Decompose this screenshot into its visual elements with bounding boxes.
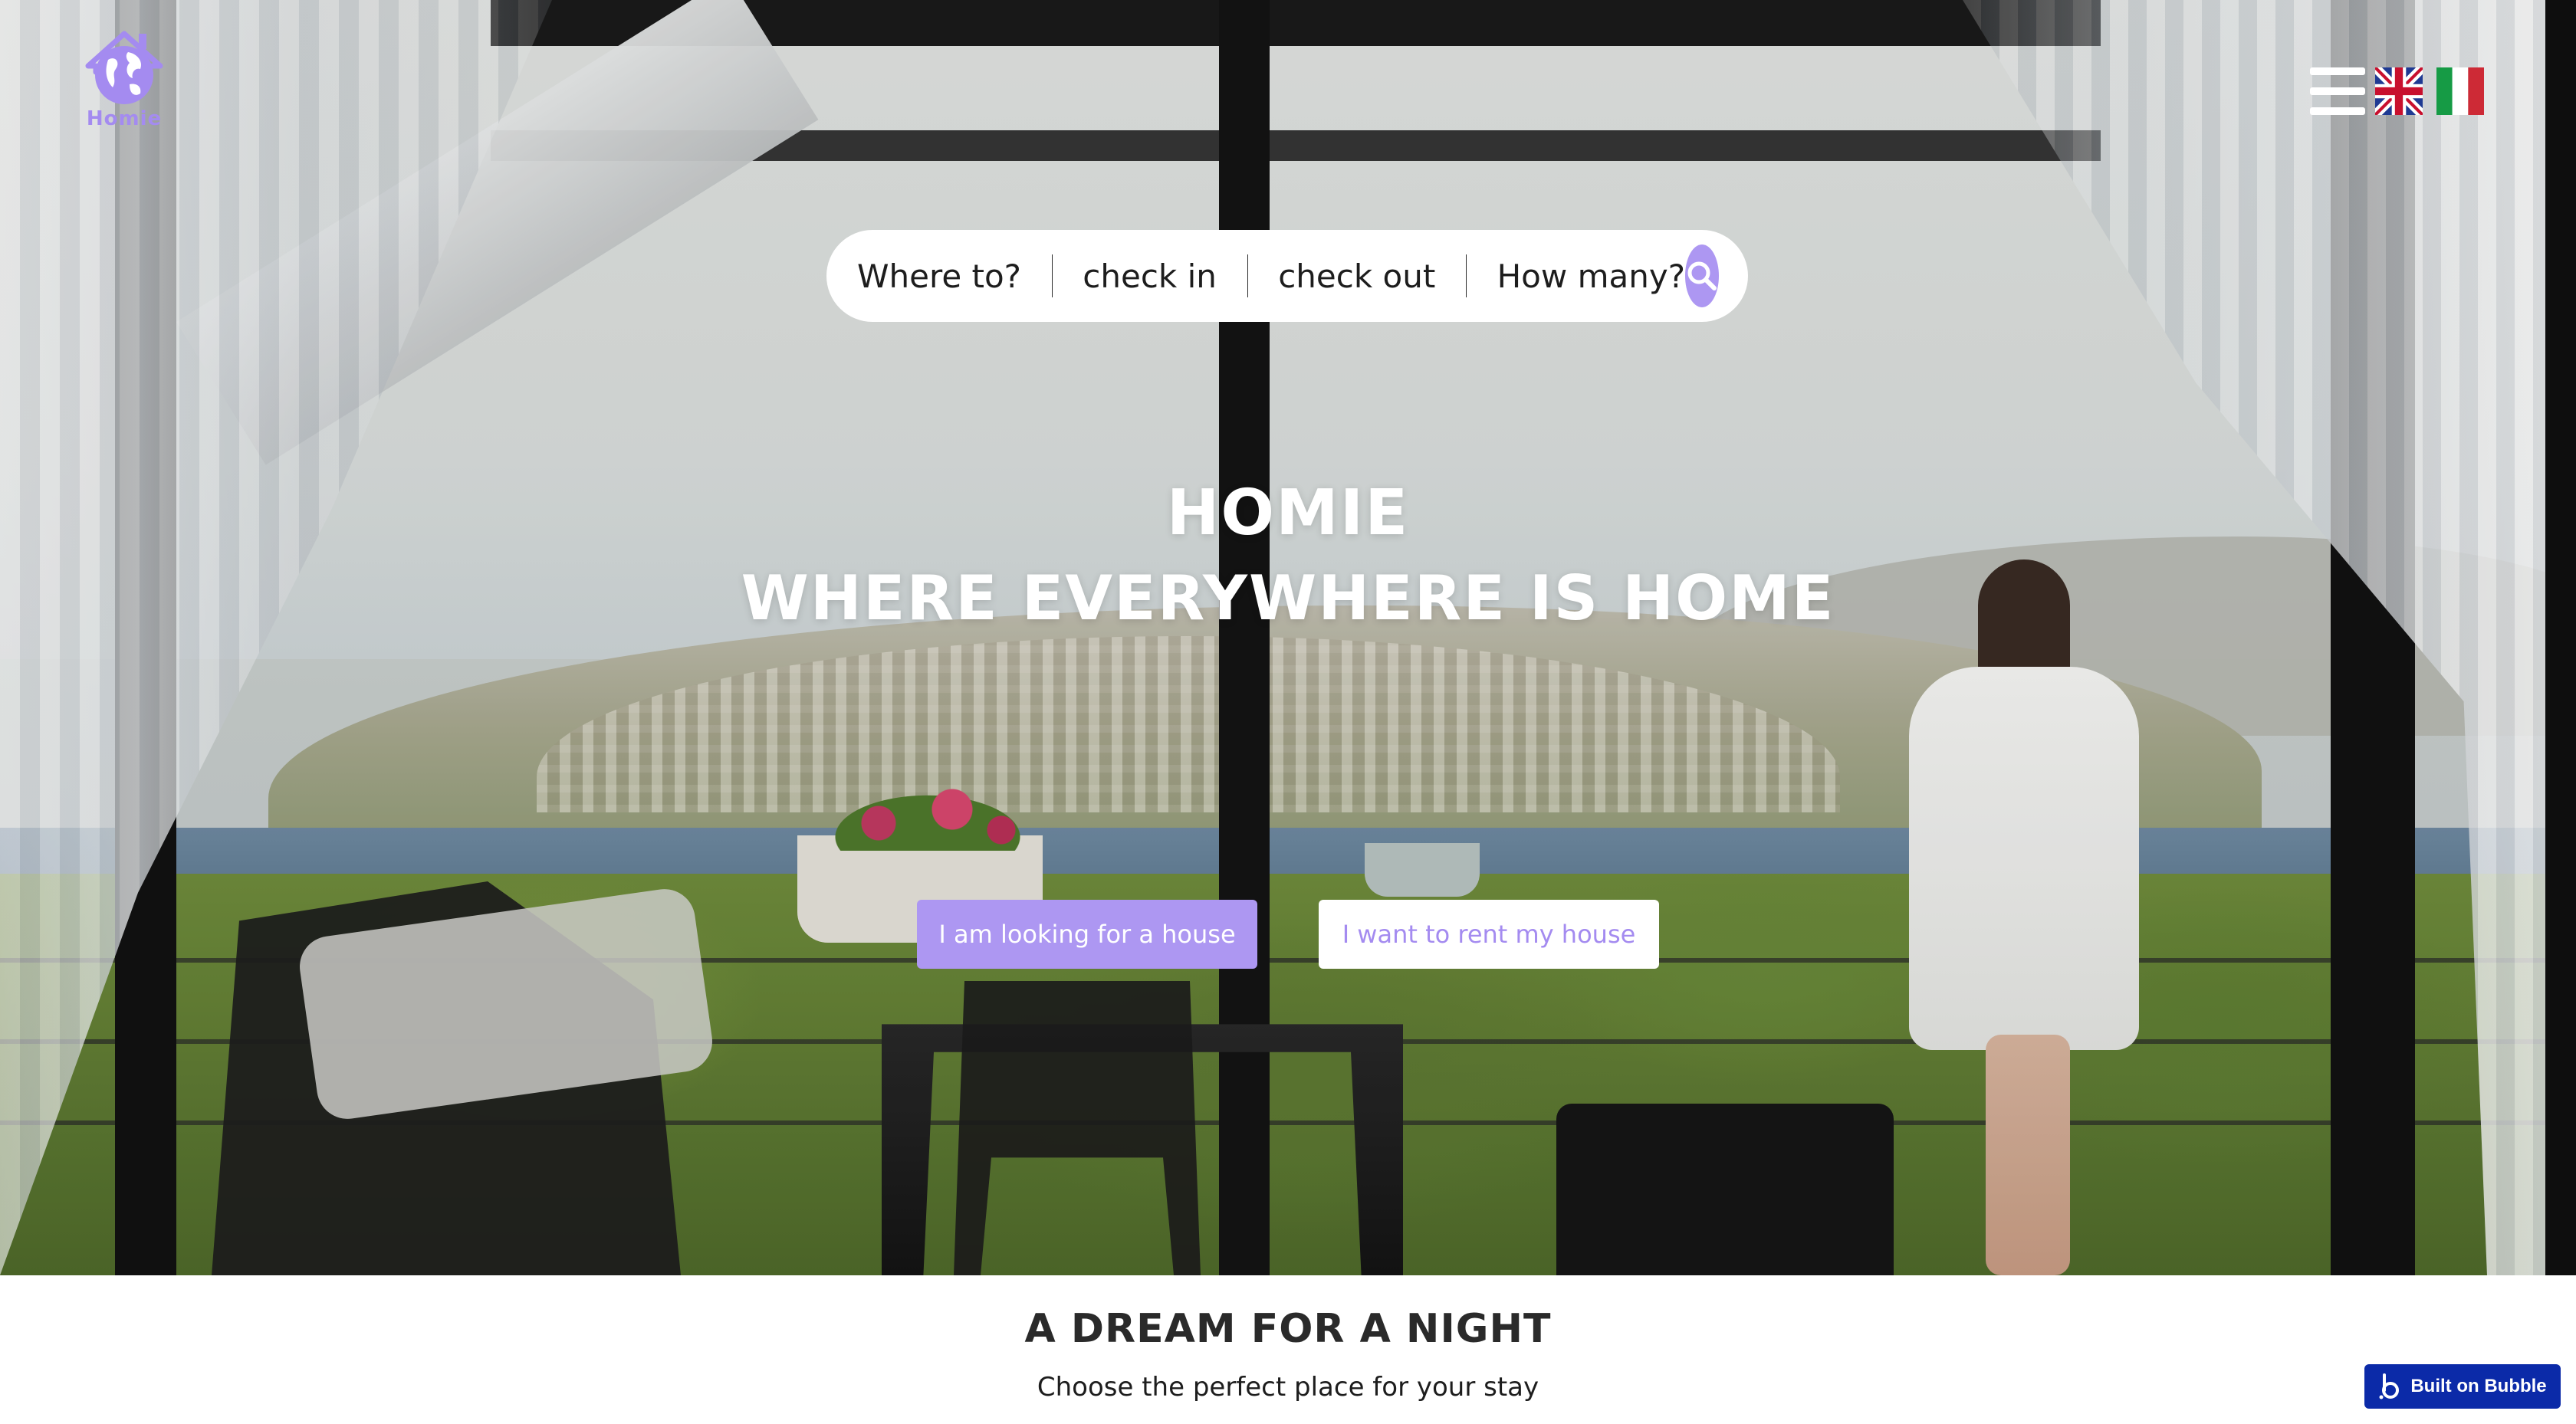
hero-title: HOMIE	[1166, 477, 1410, 550]
check-in-field[interactable]: check in	[1083, 258, 1217, 295]
looking-for-house-button[interactable]: I am looking for a house	[917, 900, 1257, 969]
bubble-logo-icon	[2379, 1373, 2400, 1399]
section-subtitle: Choose the perfect place for your stay	[1037, 1372, 1539, 1403]
check-out-field[interactable]: check out	[1278, 258, 1435, 295]
page: Homie Where to? check in check out How m…	[0, 0, 2576, 1424]
hero-background-image	[0, 0, 2545, 1275]
homie-logo[interactable]: Homie	[80, 29, 169, 130]
hamburger-menu-icon[interactable]	[2310, 67, 2365, 116]
uk-flag-icon[interactable]	[2375, 67, 2423, 115]
italy-flag-icon[interactable]	[2436, 67, 2484, 115]
search-button[interactable]	[1685, 244, 1719, 307]
search-icon	[1687, 261, 1717, 290]
guests-field[interactable]: How many?	[1497, 258, 1685, 295]
hero-tagline: WHERE EVERYWHERE IS HOME	[741, 563, 1835, 634]
logo-text: Homie	[86, 107, 163, 130]
search-bar: Where to? check in check out How many?	[826, 230, 1748, 322]
badge-label: Built on Bubble	[2410, 1376, 2547, 1396]
rent-my-house-button[interactable]: I want to rent my house	[1319, 900, 1659, 969]
destination-field[interactable]: Where to?	[857, 258, 1021, 295]
house-globe-icon	[85, 31, 163, 104]
section-title: A DREAM FOR A NIGHT	[1024, 1306, 1552, 1352]
page-edge-bar	[2545, 0, 2576, 1275]
built-on-bubble-badge[interactable]: Built on Bubble	[2364, 1364, 2561, 1409]
